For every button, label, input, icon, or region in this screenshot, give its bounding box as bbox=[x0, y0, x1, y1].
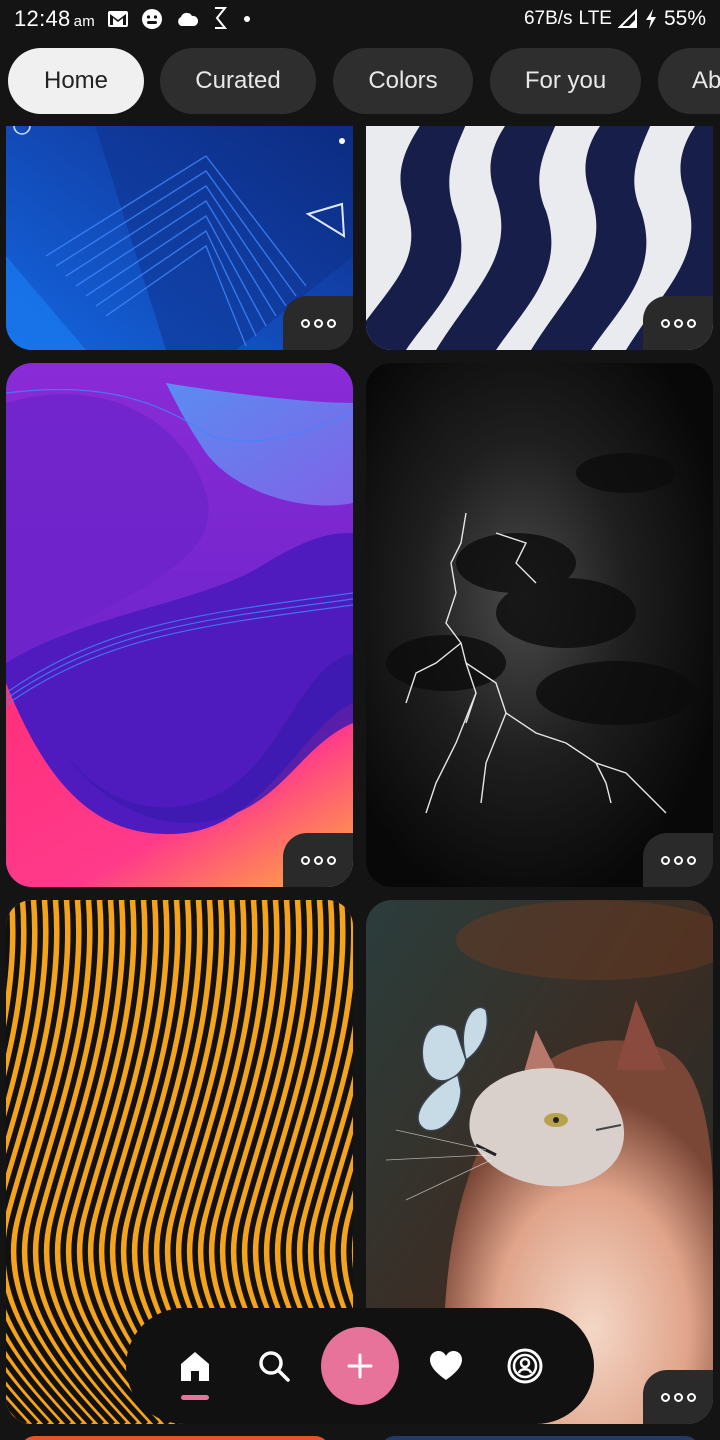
cloud-icon bbox=[175, 11, 199, 27]
category-tabs: Home Curated Colors For you Ab bbox=[0, 48, 720, 116]
search-icon bbox=[259, 1351, 290, 1382]
charging-icon bbox=[644, 8, 658, 30]
wallpaper-card-blue-geometric[interactable] bbox=[6, 126, 353, 350]
tab-curated[interactable]: Curated bbox=[160, 48, 316, 114]
net-speed: 67B/s bbox=[523, 8, 573, 29]
wallpaper-card-lightning[interactable] bbox=[366, 363, 713, 887]
status-bar: 12:48 am 67B/s LTE 55% bbox=[0, 0, 720, 38]
nav-search[interactable] bbox=[242, 1334, 306, 1398]
wallpaper-image bbox=[366, 363, 713, 887]
nav-add-button[interactable] bbox=[320, 1327, 399, 1405]
profile-icon bbox=[507, 1348, 543, 1384]
gmail-icon bbox=[107, 10, 129, 28]
tab-about[interactable]: Ab bbox=[658, 48, 720, 114]
wallpaper-card-partial-left[interactable] bbox=[20, 1436, 330, 1440]
status-time: 12:48 am bbox=[14, 6, 95, 31]
wallpaper-image bbox=[6, 363, 353, 887]
wallpaper-card-partial-right[interactable] bbox=[380, 1436, 700, 1440]
more-options-button[interactable] bbox=[643, 833, 713, 887]
nav-home[interactable] bbox=[163, 1334, 227, 1400]
tab-for-you[interactable]: For you bbox=[490, 48, 641, 114]
wallpaper-grid bbox=[0, 126, 720, 1440]
app-icon bbox=[211, 6, 229, 32]
network-type: LTE bbox=[578, 8, 612, 29]
home-icon bbox=[181, 1352, 210, 1381]
more-options-button[interactable] bbox=[643, 296, 713, 350]
face-icon bbox=[141, 8, 163, 30]
tab-home[interactable]: Home bbox=[8, 48, 144, 114]
add-icon bbox=[347, 1353, 373, 1379]
heart-icon bbox=[429, 1351, 462, 1380]
dot-icon bbox=[241, 13, 253, 25]
more-options-button[interactable] bbox=[283, 296, 353, 350]
wallpaper-card-navy-waves[interactable] bbox=[366, 126, 713, 350]
signal-icon bbox=[617, 9, 638, 29]
nav-favorites[interactable] bbox=[414, 1334, 478, 1398]
more-options-button[interactable] bbox=[283, 833, 353, 887]
bottom-navigation bbox=[126, 1308, 594, 1424]
home-active-indicator bbox=[181, 1395, 210, 1400]
nav-profile[interactable] bbox=[493, 1334, 557, 1398]
wallpaper-card-purple-fluid[interactable] bbox=[6, 363, 353, 887]
battery-level: 55% bbox=[663, 7, 706, 30]
tab-colors[interactable]: Colors bbox=[333, 48, 473, 114]
more-options-button[interactable] bbox=[643, 1370, 713, 1424]
